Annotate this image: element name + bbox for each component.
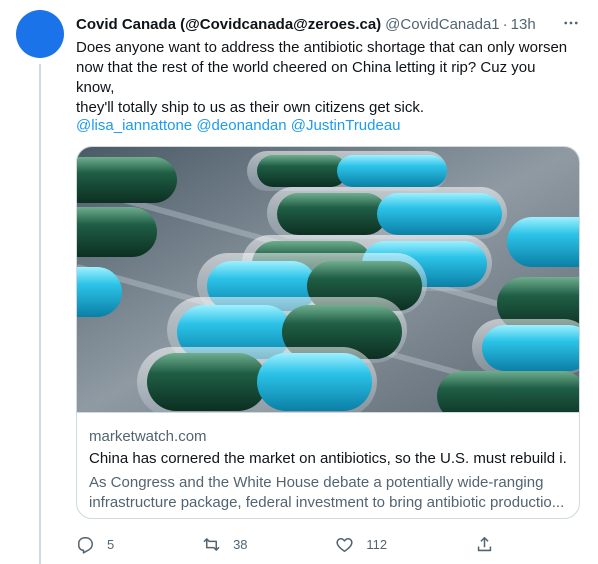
handle[interactable]: @CovidCanada1 <box>385 16 499 33</box>
card-meta: marketwatch.com China has cornered the m… <box>77 412 579 513</box>
separator-dot: · <box>502 15 508 33</box>
reply-count: 5 <box>107 536 115 552</box>
card-image <box>77 147 579 412</box>
card-description-line: infrastructure package, federal investme… <box>89 494 565 511</box>
card-domain: marketwatch.com <box>89 428 207 445</box>
retweet-button[interactable]: 38 <box>202 535 248 554</box>
capsule-top <box>247 151 447 191</box>
card-title: China has cornered the market on antibio… <box>89 450 567 467</box>
mention-lisa-iannattone[interactable]: @lisa_iannattone <box>76 117 192 134</box>
tweet-text-line: they'll totally ship to us as their own … <box>76 99 425 116</box>
more-options-button[interactable] <box>560 12 582 34</box>
card-description-line: As Congress and the White House debate a… <box>89 474 544 491</box>
display-name[interactable]: Covid Canada (@Covidcanada@zeroes.ca) <box>76 16 381 33</box>
reply-icon <box>78 536 93 554</box>
tweet-text: Does anyone want to address the antibiot… <box>76 38 576 118</box>
heart-icon <box>336 537 353 552</box>
retweet-icon <box>203 537 220 551</box>
avatar[interactable] <box>16 10 64 58</box>
more-icon <box>564 21 578 25</box>
share-icon <box>477 536 492 551</box>
thread-line <box>39 64 41 564</box>
mention-justintrudeau[interactable]: @JustinTrudeau <box>291 117 401 134</box>
like-button[interactable]: 112 <box>335 535 387 554</box>
mention-deonandan[interactable]: @deonandan <box>196 117 286 134</box>
tweet-text-line: now that the rest of the world cheered o… <box>76 59 536 96</box>
capsule-row-2 <box>267 187 507 239</box>
capsule-row-6 <box>137 347 377 412</box>
retweet-count: 38 <box>233 536 248 552</box>
reply-button[interactable]: 5 <box>76 535 114 554</box>
tweet-text-line: Does anyone want to address the antibiot… <box>76 39 568 56</box>
tweet-header: Covid Canada (@Covidcanada@zeroes.ca) @C… <box>76 14 582 34</box>
link-preview-card[interactable]: marketwatch.com China has cornered the m… <box>76 146 580 519</box>
tweet-actions: 5 38 112 <box>76 531 506 557</box>
timestamp[interactable]: 13h <box>511 16 536 33</box>
share-button[interactable] <box>475 535 506 554</box>
mentions: @lisa_iannattone @deonandan @JustinTrude… <box>76 116 401 136</box>
like-count: 112 <box>366 536 388 552</box>
